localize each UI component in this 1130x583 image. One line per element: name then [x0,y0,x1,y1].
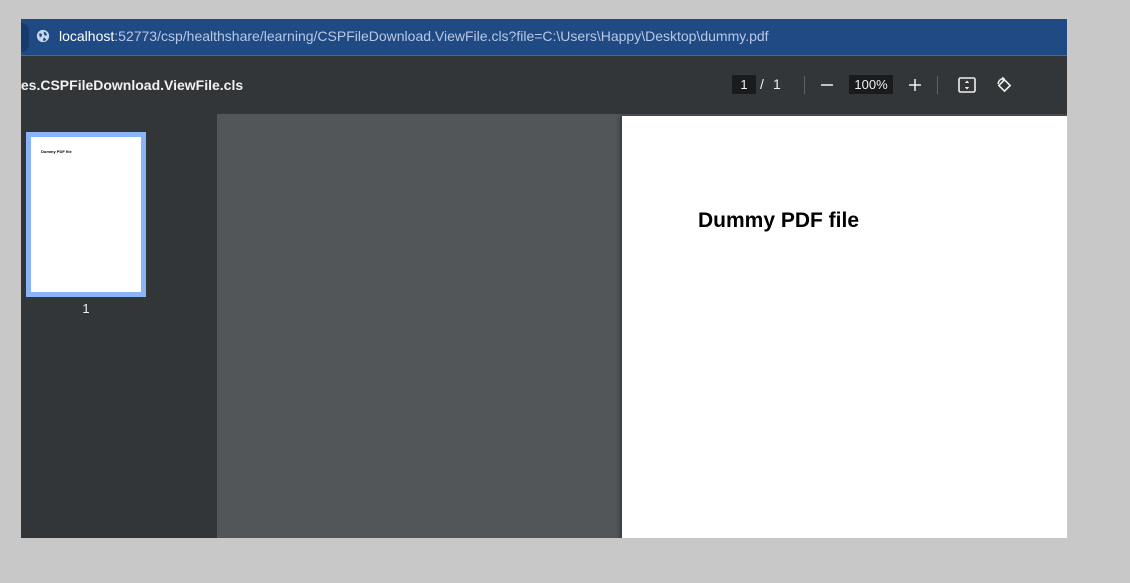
zoom-input[interactable] [849,75,893,94]
toolbar-divider [937,76,938,94]
address-bar[interactable]: localhost:52773/csp/healthshare/learning… [21,19,1067,56]
fit-page-icon [958,77,976,93]
address-bar-cap [21,23,29,52]
url-path: :52773/csp/healthshare/learning/CSPFileD… [114,28,769,44]
plus-icon [909,79,921,91]
zoom-in-button[interactable] [903,73,927,97]
page-number-input[interactable] [732,75,756,94]
page-separator: / [760,76,764,92]
page-total: 1 [773,76,781,92]
rotate-icon [997,76,1012,93]
browser-window: localhost:52773/csp/healthshare/learning… [21,19,1067,538]
pdf-page: Dummy PDF file [622,116,1067,538]
url-text[interactable]: localhost:52773/csp/healthshare/learning… [59,27,769,45]
rotate-button[interactable] [992,73,1016,97]
globe-icon[interactable] [36,29,50,43]
document-title: les.CSPFileDownload.ViewFile.cls [21,77,244,93]
toolbar-divider [804,76,805,94]
thumbnail-preview-text: Dummy PDF file [41,149,72,154]
thumbnail-label: 1 [82,301,90,316]
fit-page-button[interactable] [955,73,979,97]
thumbnail-sidebar: Dummy PDF file 1 [21,114,217,538]
zoom-out-button[interactable] [815,73,839,97]
pdf-viewer[interactable]: Dummy PDF file [217,114,1067,538]
page-thumbnail[interactable]: Dummy PDF file [26,132,146,297]
url-host: localhost [59,28,115,44]
pdf-toolbar: les.CSPFileDownload.ViewFile.cls / 1 [21,56,1067,114]
pdf-heading: Dummy PDF file [698,209,860,232]
minus-icon [821,84,833,86]
